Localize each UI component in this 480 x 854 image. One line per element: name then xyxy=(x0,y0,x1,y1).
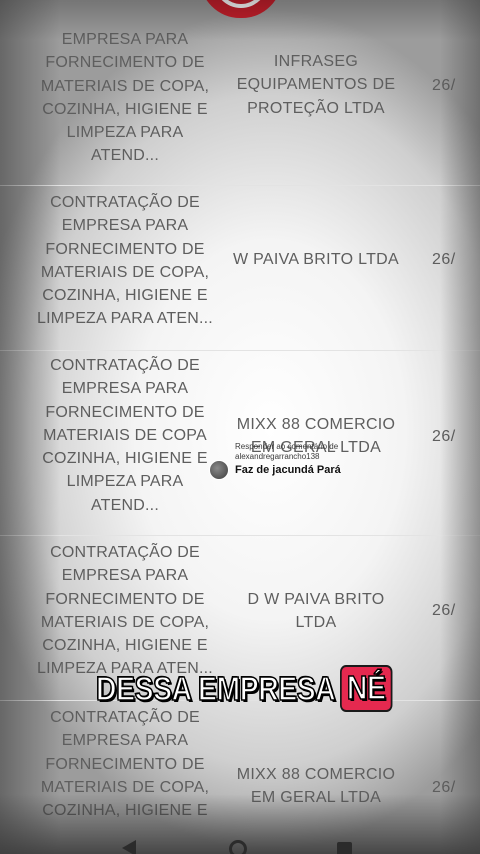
reply-comment-sticker[interactable]: Responder ao comentário de alexandregarr… xyxy=(209,440,341,480)
table-cell-company: MIXX 88 COMERCIO EM GERAL LTDA xyxy=(236,766,396,807)
table-cell-company: D W PAIVA BRITO LTDA xyxy=(247,591,385,632)
video-frame: EMPRESA PARA FORNECIMENTO DE MATERIAIS D… xyxy=(0,0,480,854)
system-nav-bar xyxy=(0,836,480,854)
table-cell-date: 26/ xyxy=(432,77,456,94)
table-cell-company: INFRASEG EQUIPAMENTOS DE PROTEÇÃO LTDA xyxy=(236,53,396,117)
table-cell-date: 26/ xyxy=(432,779,456,796)
video-caption: DESSA EMPRESA NÉ xyxy=(95,665,401,712)
comment-handle: alexandregarrancho138 xyxy=(235,452,320,461)
table-cell-description: EMPRESA PARA FORNECIMENTO DE MATERIAIS D… xyxy=(40,31,210,165)
reply-label: Responder ao comentário de xyxy=(235,442,339,451)
caption-highlight: NÉ xyxy=(340,665,393,712)
home-circle-icon[interactable] xyxy=(229,840,247,854)
table-cell-date: 26/ xyxy=(432,602,456,619)
table-row: CONTRATAÇÃO DE EMPRESA PARA FORNECIMENTO… xyxy=(0,700,480,854)
table-cell-description: CONTRATAÇÃO DE EMPRESA PARA FORNECIMENTO… xyxy=(40,709,210,820)
table-cell-company: W PAIVA BRITO LTDA xyxy=(232,251,400,268)
table-row: CONTRATAÇÃO DE EMPRESA PARA FORNECIMENTO… xyxy=(0,185,480,351)
table-row: EMPRESA PARA FORNECIMENTO DE MATERIAIS D… xyxy=(0,0,480,186)
table-cell-description: CONTRATAÇÃO DE EMPRESA PARA FORNECIMENTO… xyxy=(42,357,208,514)
caption-text: DESSA EMPRESA xyxy=(95,669,336,708)
comment-message: Faz de jacundá Pará xyxy=(235,464,341,476)
avatar xyxy=(209,460,229,480)
table-cell-date: 26/ xyxy=(432,428,456,445)
back-triangle-icon[interactable] xyxy=(122,840,136,854)
table-cell-date: 26/ xyxy=(432,251,456,268)
table-cell-description: CONTRATAÇÃO DE EMPRESA PARA FORNECIMENTO… xyxy=(37,544,213,678)
recent-square-icon[interactable] xyxy=(337,842,352,854)
table-cell-description: CONTRATAÇÃO DE EMPRESA PARA FORNECIMENTO… xyxy=(37,194,213,328)
